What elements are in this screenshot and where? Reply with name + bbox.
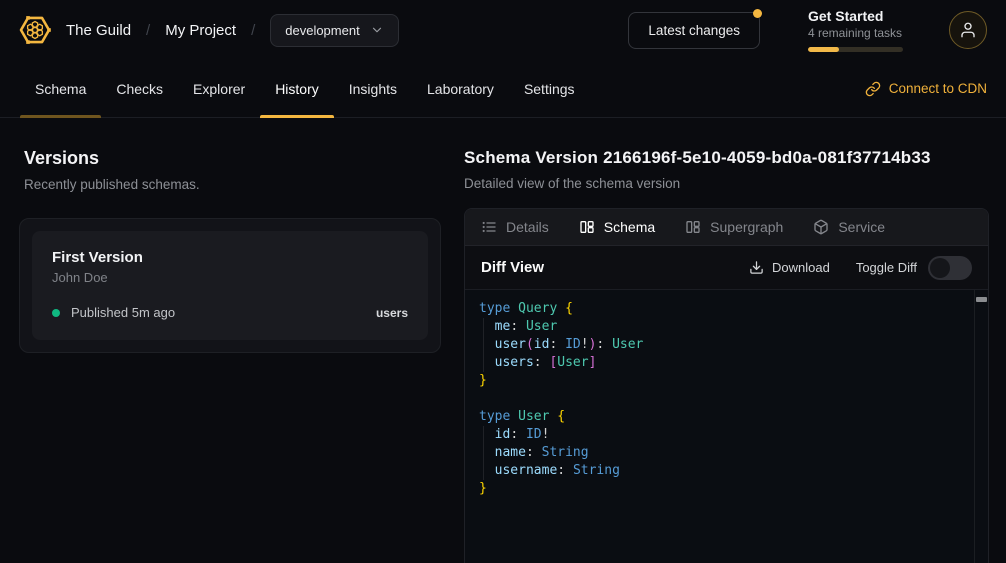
version-service-badge: users (376, 306, 408, 320)
download-label: Download (772, 260, 830, 275)
detail-tabs: Details Schema (465, 209, 988, 246)
get-started-progress-fill (808, 47, 839, 52)
nav-tab-label: Laboratory (427, 81, 494, 97)
code-scrollbar[interactable] (974, 290, 988, 563)
versions-title: Versions (24, 148, 455, 169)
environment-dropdown[interactable]: development (270, 14, 398, 47)
version-detail-panel: Schema Version 2166196f-5e10-4059-bd0a-0… (455, 118, 1006, 563)
columns-icon (685, 219, 701, 235)
toggle-diff-switch[interactable] (928, 256, 972, 280)
nav-tab-label: History (275, 81, 319, 97)
nav-tab-label: Settings (524, 81, 575, 97)
detail-tab-details[interactable]: Details (481, 219, 549, 235)
nav-tab-label: Explorer (193, 81, 245, 97)
diff-toolbar-actions: Download Toggle Diff (749, 256, 972, 280)
nav-tab-underline (260, 115, 334, 118)
breadcrumb-org[interactable]: The Guild (66, 22, 131, 39)
download-icon (749, 260, 764, 275)
get-started-progress (808, 47, 903, 52)
main-content: Versions Recently published schemas. Fir… (0, 118, 1006, 563)
nav-tab-schema[interactable]: Schema (20, 60, 101, 117)
environment-dropdown-value: development (285, 23, 359, 38)
versions-subtitle: Recently published schemas. (24, 177, 455, 192)
nav-tab-laboratory[interactable]: Laboratory (412, 60, 509, 117)
connect-to-cdn-label: Connect to CDN (889, 81, 987, 96)
version-name: First Version (52, 249, 408, 266)
app-header: The Guild / My Project / development Lat… (0, 0, 1006, 60)
code-lines: type Query { me: User user(id: ID!): Use… (479, 300, 964, 498)
connect-to-cdn-link[interactable]: Connect to CDN (865, 81, 987, 97)
get-started-subtitle: 4 remaining tasks (808, 26, 903, 40)
version-detail-subtitle: Detailed view of the schema version (464, 176, 989, 191)
versions-panel: Versions Recently published schemas. Fir… (0, 118, 455, 563)
user-avatar[interactable] (949, 11, 987, 49)
version-author: John Doe (52, 270, 408, 285)
toggle-diff-label: Toggle Diff (856, 260, 917, 275)
detail-tab-supergraph[interactable]: Supergraph (685, 219, 783, 235)
hive-logo-icon[interactable] (16, 11, 54, 49)
published-status-dot (52, 309, 60, 317)
get-started-widget[interactable]: Get Started 4 remaining tasks (808, 8, 903, 52)
breadcrumb-project[interactable]: My Project (165, 22, 236, 39)
detail-tab-label: Schema (604, 219, 655, 235)
indent-guide (483, 426, 484, 480)
download-button[interactable]: Download (749, 260, 830, 275)
breadcrumb-separator: / (146, 22, 150, 39)
detail-tab-label: Supergraph (710, 219, 783, 235)
project-nav: Schema Checks Explorer History Insights … (0, 60, 1006, 118)
nav-tab-underline (20, 115, 101, 118)
toggle-diff-group: Toggle Diff (856, 256, 972, 280)
detail-tab-schema[interactable]: Schema (579, 219, 655, 235)
nav-tab-insights[interactable]: Insights (334, 60, 412, 117)
breadcrumb: The Guild / My Project / development (66, 14, 399, 47)
nav-tab-explorer[interactable]: Explorer (178, 60, 260, 117)
nav-tab-label: Insights (349, 81, 397, 97)
detail-tab-label: Details (506, 219, 549, 235)
version-list-item[interactable]: First Version John Doe Published 5m ago … (32, 231, 428, 340)
chevron-down-icon (370, 23, 384, 37)
indent-guide (483, 318, 484, 372)
notification-dot (753, 9, 762, 18)
diff-toolbar: Diff View Download Toggle Diff (465, 246, 988, 290)
version-status: Published 5m ago (71, 305, 175, 320)
diff-view-title: Diff View (481, 259, 544, 276)
get-started-title: Get Started (808, 8, 903, 24)
cube-icon (813, 219, 829, 235)
nav-tab-checks[interactable]: Checks (101, 60, 178, 117)
link-icon (865, 81, 881, 97)
detail-tab-service[interactable]: Service (813, 219, 885, 235)
nav-tab-label: Checks (116, 81, 163, 97)
user-icon (959, 21, 977, 39)
toggle-knob (930, 258, 950, 278)
version-detail-container: Details Schema (464, 208, 989, 563)
nav-tab-label: Schema (35, 81, 86, 97)
latest-changes-label: Latest changes (648, 23, 740, 38)
version-detail-title: Schema Version 2166196f-5e10-4059-bd0a-0… (464, 148, 989, 168)
columns-icon (579, 219, 595, 235)
version-meta-row: Published 5m ago users (52, 305, 408, 320)
latest-changes-button[interactable]: Latest changes (628, 12, 760, 49)
code-scrollbar-thumb[interactable] (976, 297, 987, 302)
versions-card: First Version John Doe Published 5m ago … (19, 218, 441, 353)
detail-tab-label: Service (838, 219, 885, 235)
list-icon (481, 219, 497, 235)
nav-tab-history[interactable]: History (260, 60, 334, 117)
schema-code-viewer[interactable]: type Query { me: User user(id: ID!): Use… (465, 290, 988, 563)
nav-tab-settings[interactable]: Settings (509, 60, 590, 117)
breadcrumb-separator: / (251, 22, 255, 39)
